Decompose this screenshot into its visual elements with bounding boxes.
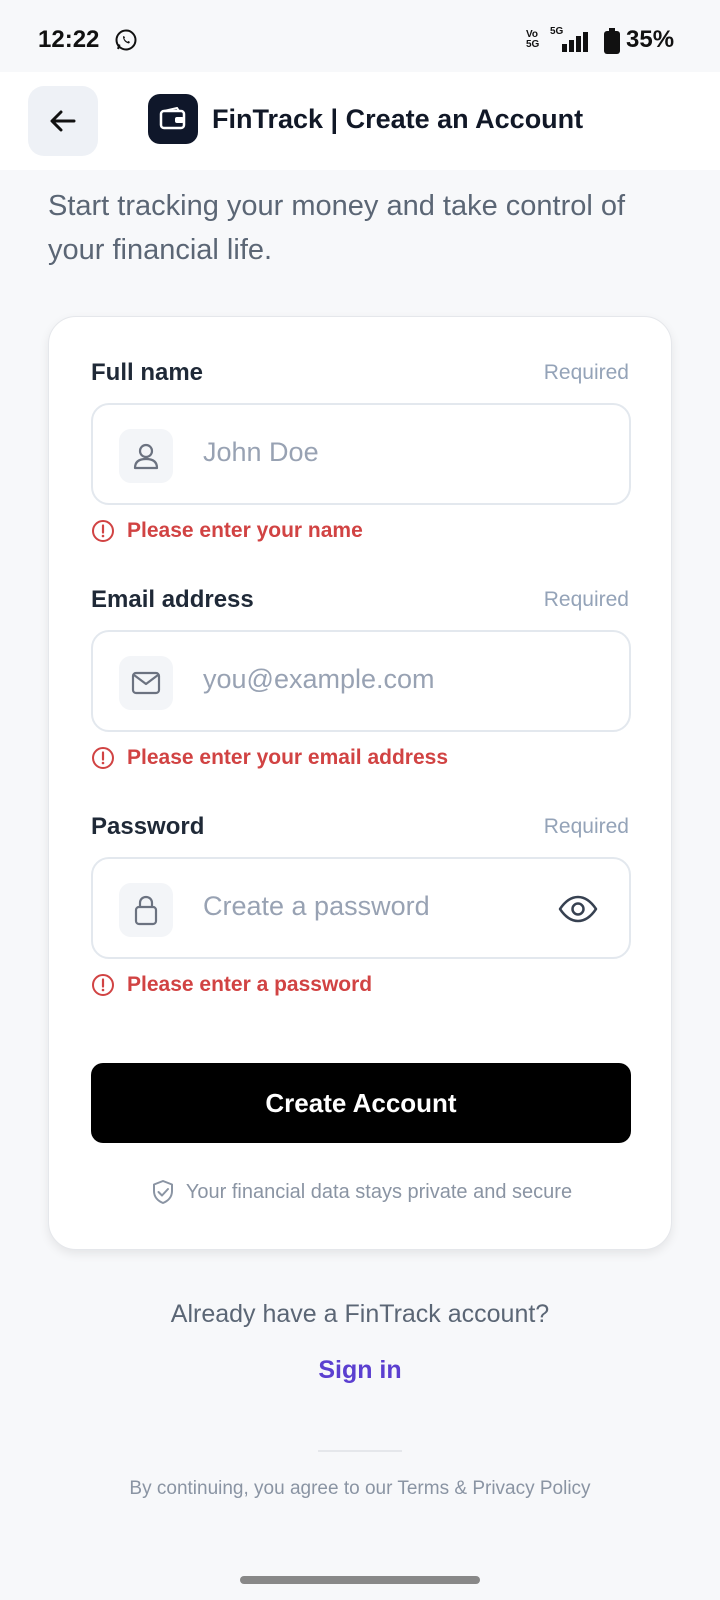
sign-in-link[interactable]: Sign in [0, 1356, 720, 1385]
already-have-account-text: Already have a FinTrack account? [170, 1300, 550, 1328]
app-logo [148, 94, 198, 144]
full-name-label: Full name [91, 359, 204, 386]
battery-icon [604, 28, 620, 54]
full-name-icon-wrap [119, 429, 173, 483]
shield-check-icon [152, 1180, 173, 1204]
email-required: Required [543, 588, 629, 611]
create-account-button[interactable]: Create Account [91, 1063, 631, 1143]
toggle-password-visibility-button[interactable] [557, 893, 599, 925]
security-note-text: Your financial data stays private and se… [185, 1180, 573, 1203]
password-error-text: Please enter a password [127, 973, 373, 996]
email-placeholder: you@example.com [203, 664, 435, 694]
email-error: Please enter your email address [91, 746, 448, 770]
divider [318, 1450, 402, 1452]
password-label: Password [91, 813, 205, 840]
alert-circle-icon [92, 520, 114, 542]
battery-percent: 35% [626, 26, 675, 53]
password-error: Please enter a password [91, 973, 372, 997]
arrow-left-icon [50, 110, 76, 132]
signup-form-card: Full name Required John Doe Please enter… [48, 316, 672, 1250]
back-button[interactable] [28, 86, 98, 156]
full-name-input[interactable]: John Doe [91, 403, 631, 505]
whatsapp-icon [115, 29, 137, 51]
full-name-placeholder: John Doe [203, 437, 319, 467]
home-indicator[interactable] [240, 1576, 480, 1584]
alert-circle-icon [92, 747, 114, 769]
user-icon [133, 443, 159, 470]
email-input[interactable]: you@example.com [91, 630, 631, 732]
eye-icon [558, 895, 598, 923]
security-note: Your financial data stays private and se… [49, 1179, 673, 1205]
page-title: FinTrack | Create an Account [212, 104, 584, 134]
full-name-error: Please enter your name [91, 519, 363, 543]
network-label: Vo 5G [526, 29, 540, 50]
full-name-error-text: Please enter your name [127, 519, 363, 542]
alert-circle-icon [92, 974, 114, 996]
password-icon-wrap [119, 883, 173, 937]
email-label: Email address [91, 586, 254, 613]
wallet-icon [159, 107, 186, 130]
email-icon-wrap [119, 656, 173, 710]
password-input[interactable]: Create a password [91, 857, 631, 959]
status-time: 12:22 [38, 26, 100, 53]
email-error-text: Please enter your email address [127, 746, 448, 769]
full-name-required: Required [543, 361, 629, 384]
password-placeholder: Create a password [203, 891, 430, 921]
lock-icon [134, 895, 158, 926]
page-subtitle: Start tracking your money and take contr… [48, 190, 626, 266]
mail-icon [131, 671, 161, 695]
status-bar: 12:22 Vo 5G 5G 35% [0, 0, 720, 72]
password-required: Required [543, 815, 629, 838]
signal-icon [562, 32, 588, 52]
terms-text: By continuing, you agree to our Terms & … [129, 1478, 591, 1499]
app-header: FinTrack | Create an Account [0, 72, 720, 170]
